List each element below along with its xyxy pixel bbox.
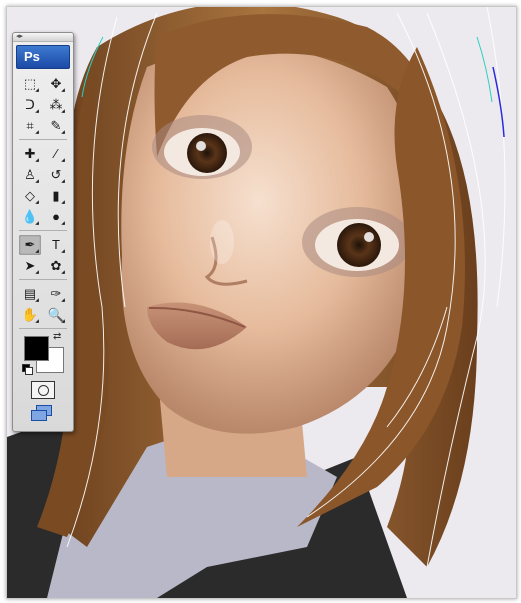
crop-tool-icon[interactable]: ⌗	[19, 116, 41, 136]
tool-row: ⬚ ✥	[13, 73, 73, 94]
palette-grip[interactable]: ◂▸	[13, 33, 73, 42]
tool-row: ✋ 🔍	[13, 304, 73, 325]
default-colors-icon[interactable]	[22, 364, 33, 375]
magic-wand-tool-icon[interactable]: ⁂	[45, 95, 67, 115]
tool-row: ♙ ↺	[13, 164, 73, 185]
healing-brush-tool-icon[interactable]: ✚	[19, 144, 41, 164]
tool-row: ➤ ✿	[13, 255, 73, 276]
marquee-tool-icon[interactable]: ⬚	[19, 74, 41, 94]
foreground-color-swatch[interactable]	[24, 336, 49, 361]
tool-row: 💧 ●	[13, 206, 73, 227]
zoom-tool-icon[interactable]: 🔍	[45, 305, 67, 325]
tool-row: ⌗ ✎	[13, 115, 73, 136]
tool-row: ✚ ∕	[13, 143, 73, 164]
hand-tool-icon[interactable]: ✋	[19, 305, 41, 325]
tool-row: ◇ ▮	[13, 185, 73, 206]
gradient-tool-icon[interactable]: ▮	[45, 186, 67, 206]
screen-mode-button[interactable]	[13, 405, 73, 421]
history-brush-tool-icon[interactable]: ↺	[45, 165, 67, 185]
pen-tool-icon[interactable]: ✒	[19, 234, 41, 255]
divider	[19, 139, 67, 140]
document-canvas[interactable]	[6, 6, 517, 599]
divider	[19, 279, 67, 280]
notes-tool-icon[interactable]: ▤	[19, 284, 41, 304]
tool-row: ▤ ✑	[13, 283, 73, 304]
screen-mode-icon	[31, 405, 55, 421]
artwork-girl-portrait	[7, 7, 516, 598]
eyedropper-slice-tool-icon[interactable]: ✎	[45, 116, 67, 136]
swap-colors-icon[interactable]: ⇄	[53, 331, 61, 342]
custom-shape-tool-icon[interactable]: ✿	[45, 256, 67, 276]
tool-row: ᑐ ⁂	[13, 94, 73, 115]
photoshop-logo[interactable]: Ps	[16, 45, 70, 69]
color-swatches: ⇄	[19, 331, 67, 377]
eraser-tool-icon[interactable]: ◇	[19, 186, 41, 206]
quick-mask-icon	[31, 381, 55, 399]
divider	[19, 230, 67, 231]
tools-palette: ◂▸ Ps ⬚ ✥ ᑐ ⁂ ⌗ ✎ ✚ ∕ ♙ ↺ ◇ ▮ 💧 ● ✒ T ➤ ✿ ▤ ✑ ✋ 🔍 ⇄	[12, 32, 74, 432]
move-tool-icon[interactable]: ✥	[45, 74, 67, 94]
blur-tool-icon[interactable]: 💧	[19, 207, 41, 227]
tool-grid: ⬚ ✥ ᑐ ⁂ ⌗ ✎ ✚ ∕ ♙ ↺ ◇ ▮ 💧 ● ✒ T ➤ ✿ ▤ ✑ ✋ 🔍	[13, 73, 73, 325]
path-selection-tool-icon[interactable]: ➤	[19, 256, 41, 276]
tool-row: ✒ T	[13, 234, 73, 255]
divider	[19, 328, 67, 329]
eyedropper-tool-icon[interactable]: ✑	[45, 284, 67, 304]
dodge-tool-icon[interactable]: ●	[45, 207, 67, 227]
brush-tool-icon[interactable]: ∕	[45, 144, 67, 164]
type-tool-icon[interactable]: T	[45, 235, 67, 255]
lasso-tool-icon[interactable]: ᑐ	[19, 95, 41, 115]
quick-mask-button[interactable]	[13, 381, 73, 399]
clone-stamp-tool-icon[interactable]: ♙	[19, 165, 41, 185]
